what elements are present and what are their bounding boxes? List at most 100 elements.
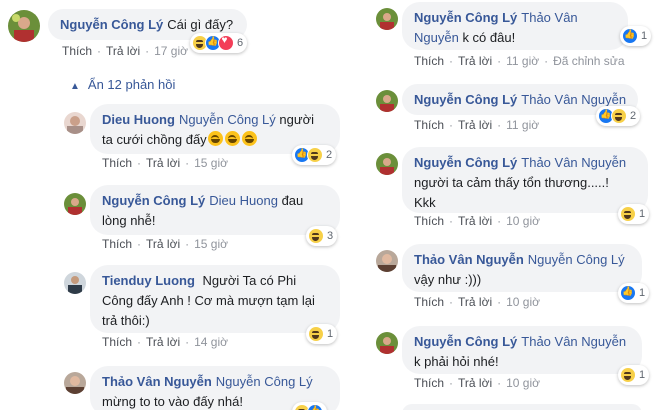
- comment-author[interactable]: Nguyễn Công Lý: [414, 155, 517, 170]
- like-button[interactable]: Thích: [102, 156, 132, 170]
- avatar[interactable]: [64, 193, 86, 215]
- avatar[interactable]: [8, 10, 40, 42]
- haha-icon: [308, 228, 324, 244]
- avatar[interactable]: [376, 250, 398, 272]
- mention-link[interactable]: Thảo Vân Nguyễn: [521, 334, 626, 349]
- reaction-summary[interactable]: 1: [306, 324, 338, 344]
- timestamp[interactable]: 17 giờ: [154, 44, 188, 58]
- comment-text: k có đâu!: [462, 30, 516, 45]
- reaction-count: 1: [639, 369, 646, 381]
- comment-author[interactable]: Nguyễn Công Lý: [60, 17, 163, 32]
- reaction-summary[interactable]: 3: [306, 226, 338, 246]
- comment-author[interactable]: Thảo Vân Nguyễn: [102, 374, 212, 389]
- comment-author[interactable]: Nguyễn Công Lý: [414, 92, 517, 107]
- reaction-summary[interactable]: 1: [618, 204, 650, 224]
- reply-button[interactable]: Trả lời: [106, 44, 140, 58]
- comment-author[interactable]: Tienduy Luong: [102, 273, 195, 288]
- comment-author[interactable]: Nguyễn Công Lý: [414, 10, 517, 25]
- reaction-count: 1: [639, 287, 646, 299]
- like-button[interactable]: Thích: [102, 335, 132, 349]
- comment-text: người: [279, 112, 314, 127]
- comment-actions: Thích · Trả lời · 10 giờ: [414, 295, 540, 309]
- mention-link[interactable]: Nguyễn Công Lý: [528, 252, 625, 267]
- timestamp[interactable]: 15 giờ: [194, 237, 228, 251]
- avatar[interactable]: [376, 8, 398, 30]
- timestamp[interactable]: 11 giờ: [506, 54, 539, 68]
- timestamp[interactable]: 11 giờ: [506, 118, 539, 132]
- reaction-count: 3: [327, 230, 334, 242]
- hide-replies-link[interactable]: ▲ Ẩn 12 phản hồi: [70, 77, 175, 92]
- comment-author[interactable]: Thảo Vân Nguyễn: [414, 252, 524, 267]
- reaction-summary[interactable]: 6: [190, 33, 248, 53]
- comment-text: Kkk: [414, 195, 436, 210]
- like-button[interactable]: Thích: [414, 54, 444, 68]
- edited-label[interactable]: Đã chỉnh sửa: [553, 54, 624, 68]
- haha-icon: [620, 206, 636, 222]
- chevron-up-icon: ▲: [70, 81, 80, 92]
- mention-link[interactable]: Thảo Vân: [521, 10, 577, 25]
- comment-actions: Thích · Trả lời · 17 giờ: [62, 44, 188, 58]
- mention-link[interactable]: Thảo Vân Nguyễn: [521, 155, 626, 170]
- hide-replies-label: Ẩn 12 phản hồi: [87, 77, 176, 92]
- timestamp[interactable]: 10 giờ: [506, 376, 540, 390]
- comment-text: Cái gì đấy?: [167, 17, 234, 32]
- reaction-summary[interactable]: 1: [618, 283, 650, 303]
- comment-text: trả thôi:): [102, 313, 150, 328]
- comment-author[interactable]: Nguyễn Công Lý: [102, 193, 205, 208]
- reaction-summary[interactable]: 2: [596, 106, 641, 126]
- reaction-count: 1: [641, 30, 648, 42]
- comment-author[interactable]: Dieu Huong: [102, 112, 175, 127]
- reaction-summary[interactable]: 2: [292, 145, 337, 165]
- like-button[interactable]: Thích: [414, 376, 444, 390]
- comment-bubble: Nguyễn Công Lý Dieu Huong đau lòng nhễ!: [90, 185, 340, 235]
- avatar[interactable]: [64, 372, 86, 394]
- reply-button[interactable]: Trả lời: [146, 237, 180, 251]
- like-button[interactable]: Thích: [102, 237, 132, 251]
- haha-icon: [307, 147, 323, 163]
- reaction-count: 2: [630, 110, 637, 122]
- timestamp[interactable]: 15 giờ: [194, 156, 228, 170]
- grin-emoji-icon: [241, 131, 257, 146]
- timestamp[interactable]: 10 giờ: [506, 295, 540, 309]
- reply-button[interactable]: Trả lời: [458, 295, 492, 309]
- mention-link[interactable]: Dieu Huong: [209, 193, 278, 208]
- haha-icon: [620, 367, 636, 383]
- reaction-summary[interactable]: 1: [620, 26, 652, 46]
- reply-button[interactable]: Trả lời: [146, 335, 180, 349]
- like-button[interactable]: Thích: [62, 44, 92, 58]
- avatar[interactable]: [64, 272, 86, 294]
- timestamp[interactable]: 10 giờ: [506, 214, 540, 228]
- reply-button[interactable]: Trả lời: [458, 118, 492, 132]
- like-button[interactable]: Thích: [414, 118, 444, 132]
- comment-author[interactable]: Nguyễn Công Lý: [414, 334, 517, 349]
- reply-button[interactable]: Trả lời: [458, 376, 492, 390]
- avatar[interactable]: [376, 90, 398, 112]
- mention-link[interactable]: Nguyễn Công Lý: [216, 374, 313, 389]
- avatar[interactable]: [64, 112, 86, 134]
- like-button[interactable]: Thích: [414, 295, 444, 309]
- grin-emoji-icon: [207, 131, 223, 146]
- like-icon: [620, 285, 636, 301]
- comment-text: vậy như :))): [414, 272, 482, 287]
- reaction-summary[interactable]: 1: [618, 365, 650, 385]
- comment-text: người ta cảm thấy tổn thương.....!: [414, 175, 609, 190]
- timestamp[interactable]: 14 giờ: [194, 335, 228, 349]
- comment-text: lòng nhễ!: [102, 213, 156, 228]
- like-icon: [307, 404, 323, 410]
- reaction-count: 2: [326, 149, 333, 161]
- haha-icon: [611, 108, 627, 124]
- like-icon: [622, 28, 638, 44]
- avatar[interactable]: [376, 332, 398, 354]
- reply-button[interactable]: Trả lời: [458, 54, 492, 68]
- love-icon: [218, 35, 234, 51]
- reaction-count: 1: [327, 328, 334, 340]
- reply-button[interactable]: Trả lời: [146, 156, 180, 170]
- avatar[interactable]: [376, 153, 398, 175]
- mention-link[interactable]: Thảo Vân Nguyễn: [521, 92, 626, 107]
- like-button[interactable]: Thích: [414, 214, 444, 228]
- reaction-count: 6: [237, 37, 244, 49]
- reply-button[interactable]: Trả lời: [458, 214, 492, 228]
- reaction-summary[interactable]: [292, 402, 327, 410]
- mention-link[interactable]: Nguyễn Công Lý: [179, 112, 276, 127]
- mention-link[interactable]: Nguyễn: [414, 30, 459, 45]
